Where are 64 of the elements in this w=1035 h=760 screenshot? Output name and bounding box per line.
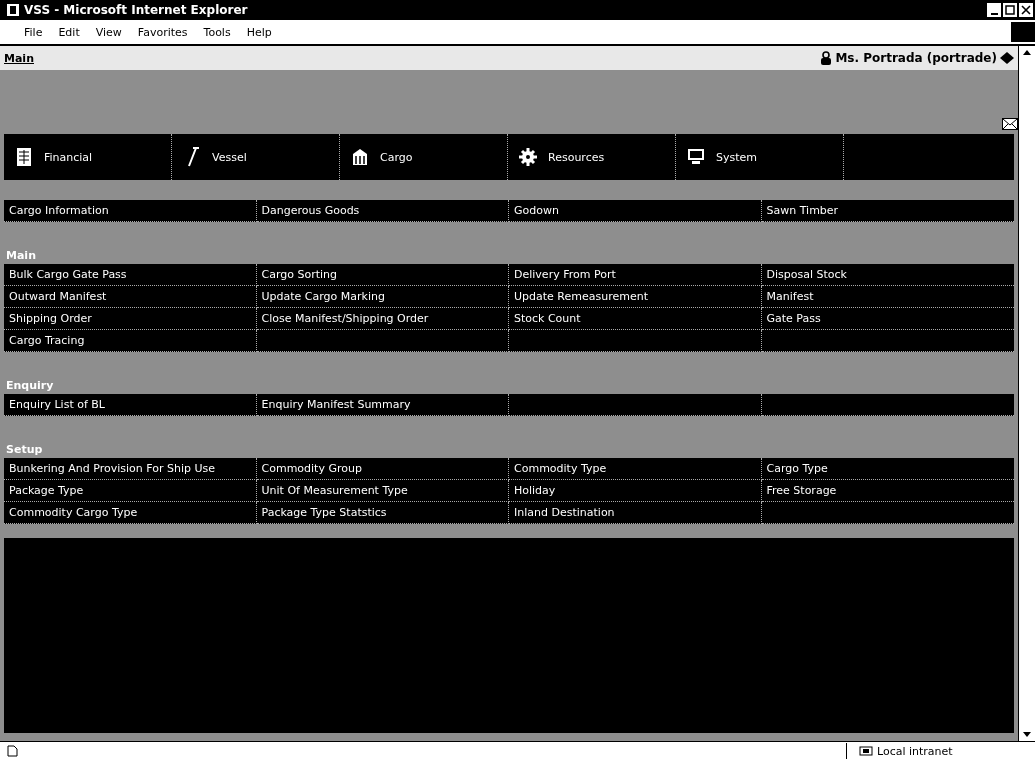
scroll-up-icon[interactable] <box>1023 50 1031 55</box>
menu-link[interactable]: Stock Count <box>509 308 762 330</box>
close-button[interactable] <box>1019 3 1033 17</box>
scroll-down-icon[interactable] <box>1023 732 1031 737</box>
menu-link[interactable]: Commodity Cargo Type <box>4 502 257 524</box>
menu-link[interactable]: Bunkering And Provision For Ship Use <box>4 458 257 480</box>
main-link[interactable]: Main <box>4 51 34 65</box>
menu-link[interactable]: Unit Of Measurement Type <box>256 480 509 502</box>
section-heading: Enquiry <box>6 379 54 392</box>
page-icon <box>6 745 18 757</box>
module-tab[interactable]: Resources <box>508 134 676 180</box>
menu-link[interactable]: Enquiry List of BL <box>4 394 257 416</box>
gear-icon <box>518 146 538 168</box>
menu-link[interactable]: Sawn Timber <box>761 200 1014 222</box>
window-title: VSS - Microsoft Internet Explorer <box>24 3 248 17</box>
menu-link[interactable]: Update Cargo Marking <box>256 286 509 308</box>
module-tab[interactable]: Financial <box>4 134 172 180</box>
intranet-icon <box>859 745 873 757</box>
menu-item[interactable]: View <box>95 25 122 39</box>
menu-link[interactable]: Enquiry Manifest Summary <box>256 394 509 416</box>
menu-link[interactable]: Package Type Statstics <box>256 502 509 524</box>
menu-item[interactable]: Tools <box>203 25 231 39</box>
close-icon <box>1021 5 1031 15</box>
menu-link[interactable]: Shipping Order <box>4 308 257 330</box>
menu-link[interactable]: Manifest <box>761 286 1014 308</box>
menu-link[interactable]: Dangerous Goods <box>256 200 509 222</box>
user-name: Ms. Portrada (portrade) <box>835 51 997 65</box>
minimize-button[interactable] <box>987 3 1001 17</box>
menu-item[interactable]: File <box>24 25 43 39</box>
menu-item[interactable]: Help <box>246 25 272 39</box>
ledger-icon <box>14 146 34 168</box>
maximize-button[interactable] <box>1003 3 1017 17</box>
menu-link[interactable]: Disposal Stock <box>761 264 1014 286</box>
menu-link[interactable]: Inland Destination <box>509 502 762 524</box>
app-icon <box>6 3 20 17</box>
section-heading: Main <box>6 249 36 262</box>
menu-link[interactable]: Free Storage <box>761 480 1014 502</box>
menu-link[interactable]: Cargo Sorting <box>256 264 509 286</box>
module-tab[interactable]: System <box>676 134 844 180</box>
menu-link[interactable]: Commodity Group <box>256 458 509 480</box>
user-icon <box>820 51 833 65</box>
minimize-icon <box>990 13 998 15</box>
module-tab[interactable]: Vessel <box>172 134 340 180</box>
menu-item[interactable]: Favorites <box>137 25 188 39</box>
menu-link[interactable]: Delivery From Port <box>509 264 762 286</box>
section-heading: Setup <box>6 443 43 456</box>
menu-link[interactable]: Gate Pass <box>761 308 1014 330</box>
maximize-icon <box>1005 5 1015 15</box>
menu-link[interactable]: Close Manifest/Shipping Order <box>256 308 509 330</box>
menu-link[interactable]: Cargo Type <box>761 458 1014 480</box>
menu-link[interactable]: Update Remeasurement <box>509 286 762 308</box>
menu-link[interactable]: Holiday <box>509 480 762 502</box>
menu-link[interactable]: Bulk Cargo Gate Pass <box>4 264 257 286</box>
zone-label: Local intranet <box>877 744 953 758</box>
menu-link[interactable]: Godown <box>509 200 762 222</box>
envelope-icon[interactable] <box>1002 118 1018 130</box>
menu-link[interactable]: Commodity Type <box>509 458 762 480</box>
menu-link[interactable]: Package Type <box>4 480 257 502</box>
menu-item[interactable]: Edit <box>58 25 80 39</box>
menu-link[interactable]: Cargo Information <box>4 200 257 222</box>
diamond-icon[interactable] <box>1000 52 1014 64</box>
menu-link[interactable]: Outward Manifest <box>4 286 257 308</box>
module-tab[interactable]: Cargo <box>340 134 508 180</box>
menu-link[interactable]: Cargo Tracing <box>4 330 257 352</box>
